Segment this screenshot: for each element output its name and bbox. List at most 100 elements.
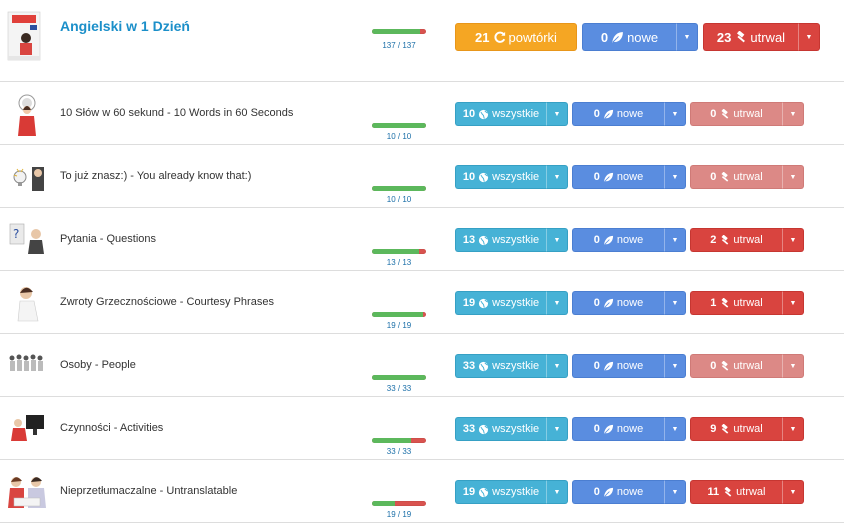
new-label: nowe bbox=[616, 297, 644, 309]
learned-label: utrwal bbox=[736, 486, 766, 498]
all-words-button[interactable]: 19 wszystkie bbox=[455, 480, 546, 504]
learned-dropdown-toggle[interactable]: ▼ bbox=[782, 165, 804, 189]
all-count: 10 bbox=[462, 108, 476, 120]
learned-count: 11 bbox=[707, 486, 720, 498]
globe-icon bbox=[479, 424, 489, 434]
new-dropdown-toggle[interactable]: ▼ bbox=[676, 23, 698, 51]
all-words-button[interactable]: 33 wszystkie bbox=[455, 417, 546, 441]
all-label: wszystkie bbox=[492, 423, 540, 435]
new-dropdown-toggle[interactable]: ▼ bbox=[664, 102, 686, 126]
lesson-thumbnail[interactable] bbox=[6, 342, 48, 388]
learned-dropdown-toggle[interactable]: ▼ bbox=[782, 417, 804, 441]
globe-icon bbox=[479, 172, 489, 182]
learned-button[interactable]: 23 utrwal bbox=[703, 23, 798, 51]
all-count: 19 bbox=[462, 297, 476, 309]
lesson-thumbnail[interactable] bbox=[6, 405, 48, 451]
learned-dropdown-toggle[interactable]: ▼ bbox=[782, 480, 804, 504]
learned-button[interactable]: 0 utrwal bbox=[690, 165, 782, 189]
caret-down-icon: ▼ bbox=[671, 425, 679, 433]
lesson-thumbnail[interactable] bbox=[6, 153, 48, 199]
lesson-thumbnail[interactable] bbox=[6, 90, 48, 136]
lesson-title[interactable]: Pytania - Questions bbox=[60, 233, 156, 245]
all-words-dropdown-toggle[interactable]: ▼ bbox=[546, 480, 568, 504]
new-button[interactable]: 0 nowe bbox=[572, 480, 664, 504]
progress-bar bbox=[372, 123, 426, 128]
caret-down-icon: ▼ bbox=[553, 425, 561, 433]
new-label: nowe bbox=[616, 360, 644, 372]
learned-dropdown-toggle[interactable]: ▼ bbox=[782, 291, 804, 315]
review-count: 21 bbox=[475, 29, 490, 45]
learned-button[interactable]: 0 utrwal bbox=[690, 354, 782, 378]
progress-fill bbox=[372, 438, 411, 443]
new-dropdown-toggle[interactable]: ▼ bbox=[664, 480, 686, 504]
all-words-button-group: 13 wszystkie ▼ bbox=[455, 228, 568, 252]
all-count: 19 bbox=[462, 486, 476, 498]
learned-count: 9 bbox=[710, 423, 717, 435]
learned-dropdown-toggle[interactable]: ▼ bbox=[798, 23, 820, 51]
all-words-button[interactable]: 10 wszystkie bbox=[455, 102, 546, 126]
learned-dropdown-toggle[interactable]: ▼ bbox=[782, 354, 804, 378]
learned-button[interactable]: 1 utrwal bbox=[690, 291, 782, 315]
lesson-title[interactable]: Czynności - Activities bbox=[60, 422, 163, 434]
all-words-button[interactable]: 33 wszystkie bbox=[455, 354, 546, 378]
learned-button[interactable]: 2 utrwal bbox=[690, 228, 782, 252]
new-dropdown-toggle[interactable]: ▼ bbox=[664, 291, 686, 315]
all-label: wszystkie bbox=[492, 108, 540, 120]
new-dropdown-toggle[interactable]: ▼ bbox=[664, 354, 686, 378]
lesson-title[interactable]: Osoby - People bbox=[60, 359, 136, 371]
caret-down-icon: ▼ bbox=[671, 236, 679, 244]
all-words-dropdown-toggle[interactable]: ▼ bbox=[546, 102, 568, 126]
learned-button[interactable]: 11 utrwal bbox=[690, 480, 782, 504]
all-words-button[interactable]: 10 wszystkie bbox=[455, 165, 546, 189]
progress-bar bbox=[372, 501, 426, 506]
new-button[interactable]: 0 nowe bbox=[572, 165, 664, 189]
lesson-title[interactable]: Zwroty Grzecznościowe - Courtesy Phrases bbox=[60, 296, 274, 308]
progress-bar bbox=[372, 186, 426, 191]
learned-dropdown-toggle[interactable]: ▼ bbox=[782, 228, 804, 252]
all-words-dropdown-toggle[interactable]: ▼ bbox=[546, 291, 568, 315]
new-button[interactable]: 0 nowe bbox=[572, 291, 664, 315]
course-list: Angielski w 1 Dzień 137 / 137 21 powtórk… bbox=[0, 0, 844, 523]
new-dropdown-toggle[interactable]: ▼ bbox=[664, 165, 686, 189]
new-button[interactable]: 0 nowe bbox=[572, 228, 664, 252]
new-button-group: 0 nowe ▼ bbox=[582, 23, 698, 51]
lesson-thumbnail[interactable] bbox=[6, 279, 48, 325]
all-words-button[interactable]: 13 wszystkie bbox=[455, 228, 546, 252]
learned-dropdown-toggle[interactable]: ▼ bbox=[782, 102, 804, 126]
new-label: nowe bbox=[616, 108, 644, 120]
all-words-dropdown-toggle[interactable]: ▼ bbox=[546, 354, 568, 378]
new-dropdown-toggle[interactable]: ▼ bbox=[664, 228, 686, 252]
all-words-dropdown-toggle[interactable]: ▼ bbox=[546, 228, 568, 252]
course-title[interactable]: Angielski w 1 Dzień bbox=[60, 18, 190, 34]
lesson-thumbnail[interactable]: ? bbox=[6, 216, 48, 262]
new-button[interactable]: 0 nowe bbox=[572, 417, 664, 441]
lesson-title[interactable]: To już znasz:) - You already know that:) bbox=[60, 170, 251, 182]
learned-button-group: 2 utrwal ▼ bbox=[690, 228, 804, 252]
new-button[interactable]: 0 nowe bbox=[572, 102, 664, 126]
new-count: 0 bbox=[593, 234, 600, 246]
learned-count: 0 bbox=[710, 171, 717, 183]
all-words-dropdown-toggle[interactable]: ▼ bbox=[546, 417, 568, 441]
progress-count: 33 / 33 bbox=[386, 447, 412, 456]
lesson-row: To już znasz:) - You already know that:)… bbox=[0, 145, 844, 208]
all-words-button[interactable]: 19 wszystkie bbox=[455, 291, 546, 315]
progress-bar bbox=[372, 438, 426, 443]
learned-button[interactable]: 9 utrwal bbox=[690, 417, 782, 441]
course-cover-image[interactable] bbox=[4, 10, 44, 64]
all-words-dropdown-toggle[interactable]: ▼ bbox=[546, 165, 568, 189]
lesson-title[interactable]: 10 Słów w 60 sekund - 10 Words in 60 Sec… bbox=[60, 107, 293, 119]
progress-fill bbox=[372, 312, 424, 317]
learned-button-group: 11 utrwal ▼ bbox=[690, 480, 804, 504]
new-dropdown-toggle[interactable]: ▼ bbox=[664, 417, 686, 441]
learned-button[interactable]: 0 utrwal bbox=[690, 102, 782, 126]
all-words-button-group: 33 wszystkie ▼ bbox=[455, 417, 568, 441]
learned-button-group: 23 utrwal ▼ bbox=[703, 23, 820, 51]
review-button[interactable]: 21 powtórki bbox=[455, 23, 577, 51]
caret-down-icon: ▼ bbox=[553, 362, 561, 370]
lesson-thumbnail[interactable] bbox=[6, 468, 48, 514]
learned-count: 2 bbox=[710, 234, 717, 246]
lesson-title[interactable]: Nieprzetłumaczalne - Untranslatable bbox=[60, 485, 237, 497]
learned-button-group: 9 utrwal ▼ bbox=[690, 417, 804, 441]
new-button[interactable]: 0 nowe bbox=[582, 23, 676, 51]
new-button[interactable]: 0 nowe bbox=[572, 354, 664, 378]
